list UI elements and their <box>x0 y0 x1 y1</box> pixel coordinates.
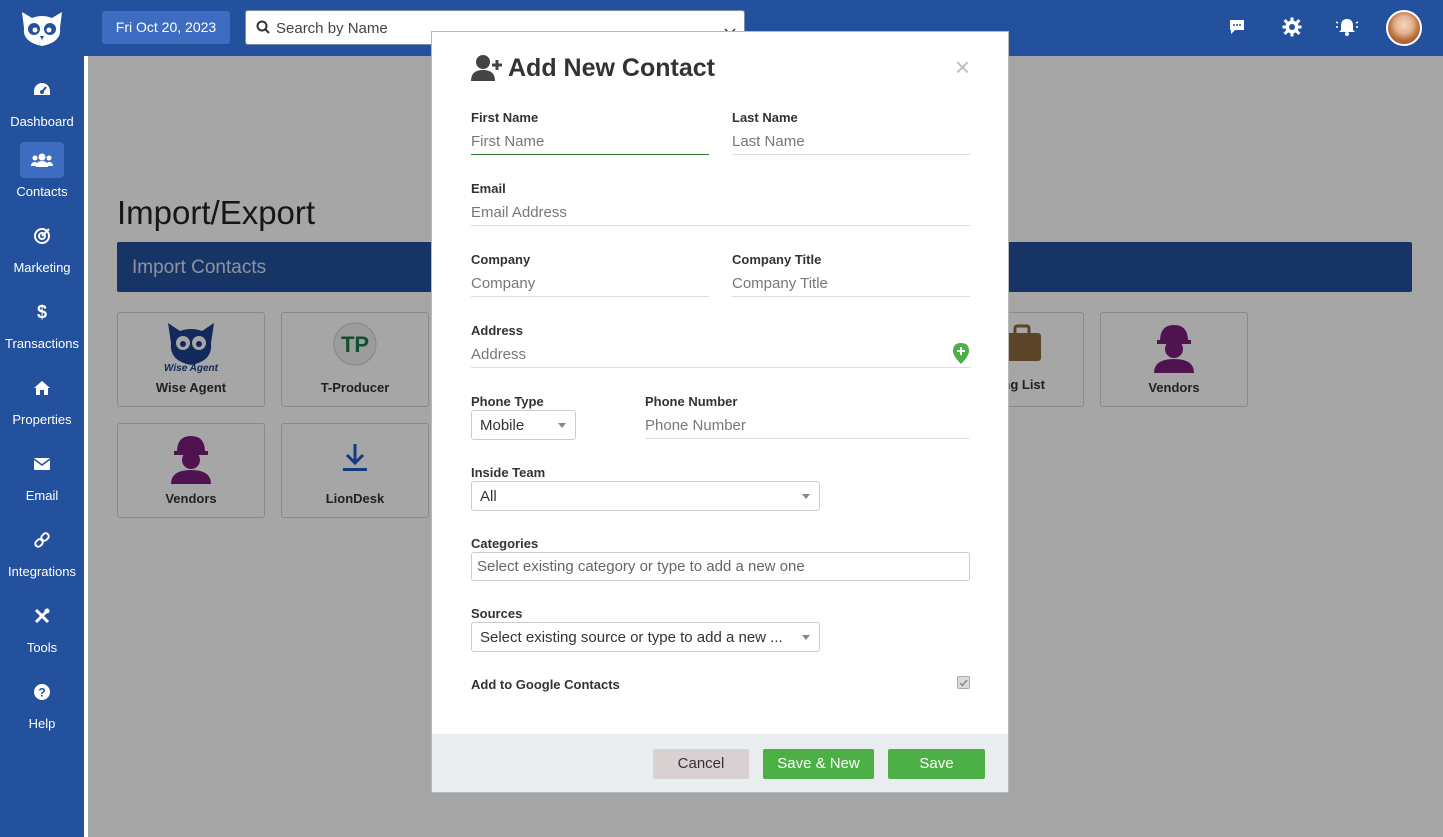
first-name-label: First Name <box>471 110 539 125</box>
google-contacts-label: Add to Google Contacts <box>471 677 620 692</box>
sidebar-item-label: Tools <box>26 640 58 655</box>
last-name-field[interactable] <box>732 129 970 155</box>
google-contacts-checkbox[interactable] <box>957 676 970 689</box>
company-field[interactable] <box>471 271 709 297</box>
inside-team-value: All <box>480 488 497 505</box>
add-contact-modal: Add New Contact × First Name Last Name E… <box>431 31 1009 793</box>
sidebar: Dashboard Contacts Marketing $ Transacti… <box>0 0 84 837</box>
company-title-label: Company Title <box>732 252 822 267</box>
sidebar-item-tools[interactable]: Tools <box>0 598 84 668</box>
inside-team-select[interactable]: All <box>471 481 820 511</box>
sources-label: Sources <box>471 606 523 621</box>
sidebar-item-label: Email <box>25 488 59 503</box>
phone-type-label: Phone Type <box>471 394 544 409</box>
sidebar-item-label: Help <box>28 716 56 731</box>
address-field[interactable] <box>471 342 970 368</box>
categories-input[interactable] <box>471 552 970 581</box>
bell-icon[interactable] <box>1334 14 1360 40</box>
sidebar-item-label: Marketing <box>13 260 71 275</box>
dollar-icon: $ <box>36 301 47 322</box>
sources-placeholder: Select existing source or type to add a … <box>480 629 783 646</box>
sidebar-item-label: Properties <box>12 412 72 427</box>
avatar[interactable] <box>1386 10 1422 46</box>
gear-icon[interactable] <box>1279 14 1305 40</box>
search-icon <box>256 20 270 39</box>
phone-number-field[interactable] <box>645 413 969 439</box>
sidebar-item-label: Contacts <box>16 184 68 199</box>
owl-logo-icon[interactable] <box>18 10 66 48</box>
home-icon <box>20 370 64 406</box>
caret-down-icon <box>802 494 810 499</box>
phone-number-label: Phone Number <box>645 394 738 409</box>
save-button[interactable]: Save <box>888 749 985 779</box>
search-input[interactable]: Search by Name <box>276 20 388 37</box>
date-button[interactable]: Fri Oct 20, 2023 <box>102 11 230 44</box>
email-label: Email <box>471 181 506 196</box>
caret-down-icon <box>802 635 810 640</box>
cancel-button[interactable]: Cancel <box>653 749 749 779</box>
sidebar-item-label: Dashboard <box>10 114 74 129</box>
sidebar-item-email[interactable]: Email <box>0 446 84 516</box>
modal-title: Add New Contact <box>508 54 715 82</box>
company-label: Company <box>471 252 531 267</box>
categories-label: Categories <box>471 536 539 551</box>
envelope-icon <box>20 446 64 482</box>
user-plus-icon <box>471 54 503 87</box>
sidebar-item-label: Transactions <box>5 336 79 351</box>
sidebar-item-label: Integrations <box>8 564 76 579</box>
map-pin-plus-icon[interactable] <box>953 343 969 369</box>
question-icon: ? <box>20 674 64 710</box>
phone-type-value: Mobile <box>480 417 525 434</box>
save-and-new-button[interactable]: Save & New <box>763 749 874 779</box>
address-label: Address <box>471 323 524 338</box>
first-name-field[interactable] <box>471 129 709 155</box>
link-icon <box>20 522 64 558</box>
sidebar-item-transactions[interactable]: $ Transactions <box>0 294 84 364</box>
svg-text:?: ? <box>38 686 45 700</box>
contacts-icon <box>20 142 64 178</box>
sources-select[interactable]: Select existing source or type to add a … <box>471 622 820 652</box>
dashboard-icon <box>20 72 64 108</box>
sidebar-item-contacts[interactable]: Contacts <box>0 142 84 212</box>
sidebar-item-integrations[interactable]: Integrations <box>0 522 84 592</box>
tools-icon <box>20 598 64 634</box>
last-name-label: Last Name <box>732 110 798 125</box>
sidebar-item-marketing[interactable]: Marketing <box>0 218 84 288</box>
sidebar-item-dashboard[interactable]: Dashboard <box>0 72 84 142</box>
inside-team-label: Inside Team <box>471 465 546 480</box>
marketing-icon <box>20 218 64 254</box>
email-field[interactable] <box>471 200 970 226</box>
sidebar-item-properties[interactable]: Properties <box>0 370 84 440</box>
phone-type-select[interactable]: Mobile <box>471 410 576 440</box>
chat-icon[interactable] <box>1224 14 1250 40</box>
sidebar-item-help[interactable]: ? Help <box>0 674 84 744</box>
caret-down-icon <box>558 423 566 428</box>
close-icon[interactable]: × <box>955 54 970 80</box>
company-title-field[interactable] <box>732 271 970 297</box>
modal-footer: Cancel Save & New Save <box>432 734 1008 792</box>
